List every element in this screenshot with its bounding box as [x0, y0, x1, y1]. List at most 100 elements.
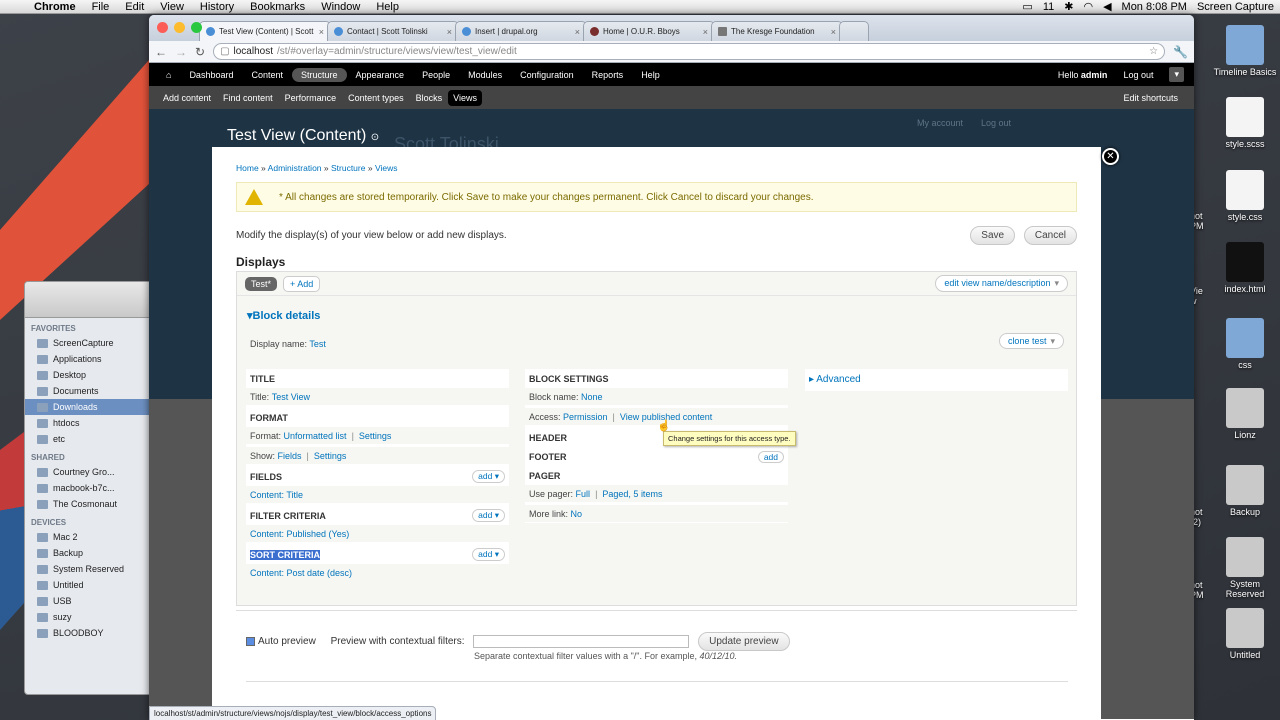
finder-item[interactable]: The Cosmonaut: [25, 496, 153, 512]
finder-item-selected[interactable]: Downloads: [25, 399, 153, 415]
close-overlay-icon[interactable]: ✕: [1102, 148, 1119, 165]
edit-shortcuts-link[interactable]: Edit shortcuts: [1123, 93, 1194, 103]
format-settings-link[interactable]: Settings: [359, 431, 392, 441]
show-settings-link[interactable]: Settings: [314, 451, 347, 461]
sort-add-button[interactable]: add ▾: [472, 548, 505, 561]
menu-item[interactable]: View: [152, 1, 192, 13]
toolbar-item-modules[interactable]: Modules: [459, 70, 511, 80]
username-link[interactable]: admin: [1081, 70, 1108, 80]
finder-item[interactable]: Documents: [25, 383, 153, 399]
menu-item[interactable]: Window: [313, 1, 368, 13]
toolbar-item-structure[interactable]: Structure: [292, 67, 347, 82]
title-link[interactable]: Test View: [272, 392, 310, 402]
forward-icon[interactable]: →: [175, 45, 187, 59]
browser-tab[interactable]: Contact | Scott Tolinski ×: [327, 21, 459, 41]
browser-tab[interactable]: The Kresge Foundation ×: [711, 21, 843, 41]
shortcut-blocks[interactable]: Blocks: [410, 93, 449, 103]
desktop-icon[interactable]: Lionz: [1210, 388, 1280, 440]
toolbar-item-content[interactable]: Content: [242, 70, 292, 80]
desktop-icon[interactable]: System Reserved: [1210, 537, 1280, 599]
battery-count[interactable]: 11: [1043, 1, 1054, 13]
browser-tab[interactable]: Home | O.U.R. Bboys ×: [583, 21, 715, 41]
finder-item[interactable]: Desktop: [25, 367, 153, 383]
field-link[interactable]: Content: Title: [250, 490, 303, 500]
contextual-filters-input[interactable]: [473, 634, 690, 648]
toolbar-item-appearance[interactable]: Appearance: [347, 70, 414, 80]
close-tab-icon[interactable]: ×: [831, 27, 836, 37]
toolbar-item-people[interactable]: People: [413, 70, 459, 80]
home-icon[interactable]: ⌂: [157, 70, 180, 80]
breadcrumb-link[interactable]: Home: [236, 163, 259, 173]
screen-capture-label[interactable]: Screen Capture: [1197, 1, 1274, 13]
filter-link[interactable]: Content: Published (Yes): [250, 529, 349, 539]
update-preview-button[interactable]: Update preview: [698, 632, 790, 651]
menu-item[interactable]: History: [192, 1, 242, 13]
menu-item[interactable]: Help: [368, 1, 407, 13]
finder-item[interactable]: USB: [25, 593, 153, 609]
shortcut-performance[interactable]: Performance: [279, 93, 343, 103]
desktop-icon[interactable]: style.scss: [1210, 97, 1280, 149]
close-tab-icon[interactable]: ×: [575, 27, 580, 37]
logout-link[interactable]: Log out: [1123, 70, 1153, 80]
site-logout-link[interactable]: Log out: [981, 118, 1011, 128]
fields-add-button[interactable]: add ▾: [472, 470, 505, 483]
menu-item[interactable]: File: [84, 1, 118, 13]
more-link-link[interactable]: No: [571, 509, 583, 519]
show-link[interactable]: Fields: [278, 451, 302, 461]
desktop-icon[interactable]: style.css: [1210, 170, 1280, 222]
block-name-link[interactable]: None: [581, 392, 603, 402]
shortcut-find-content[interactable]: Find content: [217, 93, 279, 103]
finder-item[interactable]: Applications: [25, 351, 153, 367]
breadcrumb-link[interactable]: Administration: [268, 163, 322, 173]
save-button[interactable]: Save: [970, 226, 1016, 245]
menu-item[interactable]: Edit: [117, 1, 152, 13]
breadcrumb-link[interactable]: Structure: [331, 163, 366, 173]
zoom-window-button[interactable]: [191, 22, 202, 33]
display-name-link[interactable]: Test: [309, 339, 326, 349]
toolbar-item-reports[interactable]: Reports: [583, 70, 633, 80]
menu-item[interactable]: Bookmarks: [242, 1, 313, 13]
clock[interactable]: Mon 8:08 PM: [1122, 1, 1187, 13]
finder-item[interactable]: ScreenCapture: [25, 335, 153, 351]
desktop-icon[interactable]: css: [1210, 318, 1280, 370]
advanced-toggle[interactable]: ▸ Advanced: [809, 374, 861, 385]
desktop-icon[interactable]: Timeline Basics: [1210, 25, 1280, 77]
finder-item[interactable]: Courtney Gro...: [25, 464, 153, 480]
finder-item[interactable]: Untitled: [25, 577, 153, 593]
toolbar-item-dashboard[interactable]: Dashboard: [180, 70, 242, 80]
finder-item[interactable]: etc: [25, 431, 153, 447]
access-link[interactable]: Permission: [563, 412, 608, 422]
my-account-link[interactable]: My account: [917, 118, 963, 128]
toolbar-item-configuration[interactable]: Configuration: [511, 70, 583, 80]
wrench-icon[interactable]: 🔧: [1173, 45, 1188, 59]
desktop-icon[interactable]: Untitled: [1210, 608, 1280, 660]
use-pager-link[interactable]: Full: [576, 489, 591, 499]
menu-app[interactable]: Chrome: [26, 1, 84, 13]
address-bar[interactable]: ▢ localhost/st/#overlay=admin/structure/…: [213, 43, 1166, 60]
shortcuts-toggle-icon[interactable]: ▾: [1169, 67, 1184, 82]
wifi-icon[interactable]: ◠: [1083, 0, 1093, 13]
finder-item[interactable]: Backup: [25, 545, 153, 561]
edit-view-name-dropdown[interactable]: edit view name/description ▾: [935, 275, 1068, 292]
shortcut-add-content[interactable]: Add content: [157, 93, 217, 103]
pager-items-link[interactable]: Paged, 5 items: [602, 489, 662, 499]
finder-item[interactable]: suzy: [25, 609, 153, 625]
close-tab-icon[interactable]: ×: [447, 27, 452, 37]
add-display-button[interactable]: + Add: [283, 275, 321, 292]
sort-link[interactable]: Content: Post date (desc): [250, 568, 352, 578]
bluetooth-icon[interactable]: ✱: [1064, 0, 1073, 13]
close-tab-icon[interactable]: ×: [319, 27, 324, 37]
finder-item[interactable]: macbook-b7c...: [25, 480, 153, 496]
finder-item[interactable]: htdocs: [25, 415, 153, 431]
format-link[interactable]: Unformatted list: [284, 431, 347, 441]
auto-preview-checkbox[interactable]: Auto preview: [246, 636, 316, 647]
desktop-icon[interactable]: Backup: [1210, 465, 1280, 517]
minimize-window-button[interactable]: [174, 22, 185, 33]
finder-item[interactable]: BLOODBOY: [25, 625, 153, 641]
screen-icon[interactable]: ▭: [1022, 0, 1032, 13]
clone-dropdown[interactable]: clone test ▾: [998, 333, 1064, 349]
block-details-toggle[interactable]: ▾Block details: [247, 309, 320, 322]
breadcrumb-link[interactable]: Views: [375, 163, 398, 173]
shortcut-content-types[interactable]: Content types: [342, 93, 410, 103]
back-icon[interactable]: ←: [155, 45, 167, 59]
